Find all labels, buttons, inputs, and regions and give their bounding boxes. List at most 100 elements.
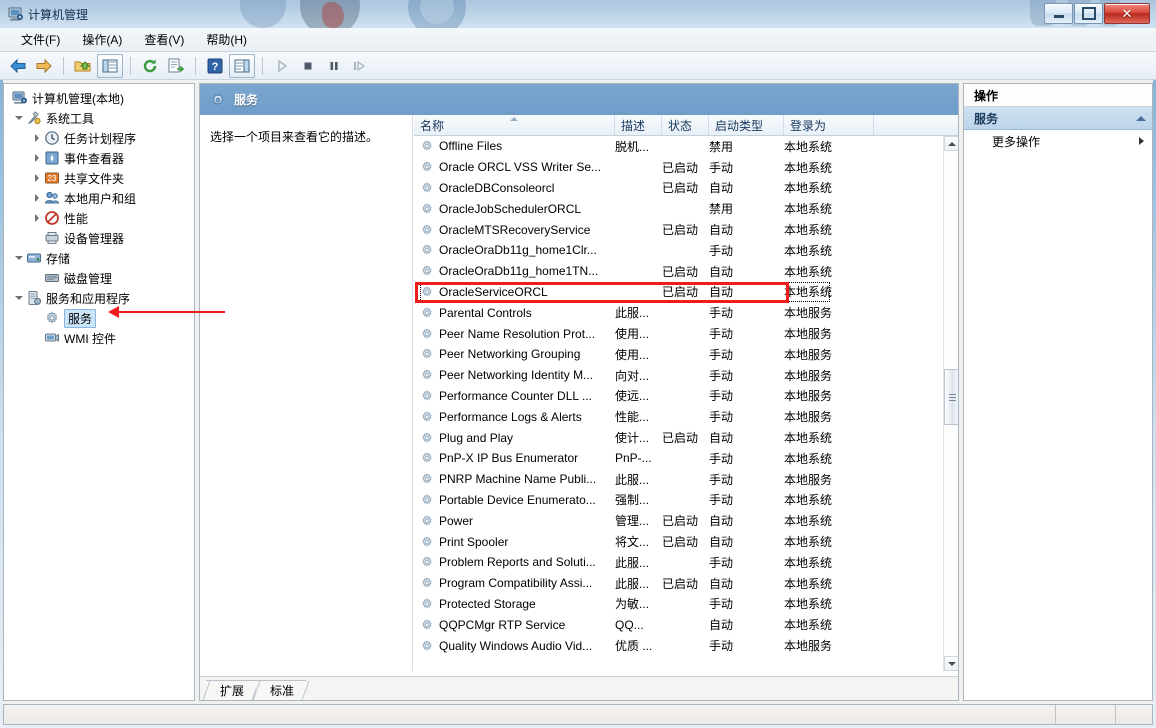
- tree-label: 事件查看器: [64, 151, 125, 166]
- table-row[interactable]: Offline Files 脱机... 禁用 本地系统: [414, 136, 943, 157]
- menu-action[interactable]: 操作(A): [71, 28, 133, 51]
- tree-item-performance[interactable]: 性能: [4, 208, 194, 228]
- table-row[interactable]: Parental Controls 此服... 手动 本地服务: [414, 302, 943, 323]
- table-row[interactable]: Quality Windows Audio Vid... 优质 ... 手动 本地服务: [414, 635, 943, 656]
- table-row[interactable]: Problem Reports and Soluti... 此服... 手动 本地系统: [414, 552, 943, 573]
- column-header-description[interactable]: 描述: [615, 115, 662, 135]
- table-row[interactable]: PNRP Machine Name Publi... 此服... 手动 本地服务: [414, 469, 943, 490]
- twisty-closed-icon[interactable]: [30, 151, 44, 165]
- action-more-actions[interactable]: 更多操作: [964, 130, 1152, 152]
- export-list-icon[interactable]: [164, 55, 188, 77]
- cell-service-name: Plug and Play: [414, 428, 615, 448]
- table-row[interactable]: QQPCMgr RTP Service QQ... 自动 本地系统: [414, 614, 943, 635]
- tab-standard[interactable]: 标准: [256, 680, 307, 700]
- table-row[interactable]: Program Compatibility Assi... 此服... 已启动 自动 本…: [414, 573, 943, 594]
- table-row[interactable]: Performance Counter DLL ... 使远... 手动 本地服务: [414, 386, 943, 407]
- chevron-right-icon: [1139, 137, 1144, 145]
- back-icon[interactable]: [6, 55, 30, 77]
- service-gear-icon: [420, 576, 434, 590]
- tree-item-storage[interactable]: 存储: [4, 248, 194, 268]
- close-button[interactable]: ✕: [1104, 3, 1150, 24]
- twisty-closed-icon[interactable]: [30, 131, 44, 145]
- tree-item-device-manager[interactable]: 设备管理器: [4, 228, 194, 248]
- service-gear-icon: [420, 181, 434, 195]
- table-row[interactable]: OracleOraDb11g_home1Clr... 手动 本地系统: [414, 240, 943, 261]
- cell-description: 管理...: [615, 514, 650, 529]
- twisty-open-icon[interactable]: [12, 111, 26, 125]
- cell-service-name: Parental Controls: [414, 303, 615, 323]
- twisty-open-icon[interactable]: [12, 251, 26, 265]
- table-row[interactable]: Performance Logs & Alerts 性能... 手动 本地服务: [414, 406, 943, 427]
- twisty-closed-icon[interactable]: [30, 191, 44, 205]
- tree-item-wmi-control[interactable]: WMI 控件: [4, 328, 194, 348]
- menu-help[interactable]: 帮助(H): [195, 28, 258, 51]
- table-row[interactable]: OracleServiceORCL 已启动 自动 本地系统: [414, 281, 943, 303]
- twisty-closed-icon[interactable]: [30, 171, 44, 185]
- actions-pane-title: 操作: [964, 84, 1152, 107]
- table-row[interactable]: OracleMTSRecoveryService 已启动 自动 本地系统: [414, 219, 943, 240]
- tab-extended[interactable]: 扩展: [206, 680, 257, 700]
- service-gear-icon: [420, 264, 434, 278]
- tree-item-system-tools[interactable]: 系统工具: [4, 108, 194, 128]
- chevron-up-icon[interactable]: [1136, 115, 1146, 121]
- cell-startup-type: 自动: [709, 181, 734, 196]
- cell-description: QQ...: [615, 617, 644, 632]
- table-row[interactable]: Print Spooler 将文... 已启动 自动 本地系统: [414, 531, 943, 552]
- up-folder-icon[interactable]: [71, 55, 95, 77]
- cell-description: 向对...: [615, 368, 650, 383]
- show-action-pane-icon[interactable]: [229, 53, 255, 78]
- twisty-open-icon[interactable]: [12, 291, 26, 305]
- scroll-down-button[interactable]: [944, 656, 958, 671]
- services-rows-container[interactable]: Offline Files 脱机... 禁用 本地系统 Oracle ORCL VSS …: [414, 136, 943, 671]
- table-row[interactable]: Power 管理... 已启动 自动 本地系统: [414, 510, 943, 531]
- cell-status: 已启动: [662, 223, 699, 238]
- table-row[interactable]: Protected Storage 为敏... 手动 本地系统: [414, 594, 943, 615]
- restore-button[interactable]: [1074, 3, 1103, 24]
- menu-view[interactable]: 查看(V): [133, 28, 195, 51]
- service-name-text: Portable Device Enumerato...: [439, 492, 596, 507]
- menu-file[interactable]: 文件(F): [10, 28, 71, 51]
- stop-service-icon: [296, 55, 320, 77]
- status-segment-3: [1116, 705, 1150, 724]
- tree-item-local-users-groups[interactable]: 本地用户和组: [4, 188, 194, 208]
- cell-startup-type: 手动: [709, 493, 734, 508]
- computer-icon: [12, 90, 28, 106]
- cell-startup-type: 手动: [709, 555, 734, 570]
- actions-group-services[interactable]: 服务: [964, 107, 1152, 130]
- table-row[interactable]: Plug and Play 使计... 已启动 自动 本地系统: [414, 427, 943, 448]
- service-gear-icon: [420, 243, 434, 257]
- cell-status: 已启动: [662, 285, 699, 300]
- refresh-icon[interactable]: [138, 55, 162, 77]
- tree-item-task-scheduler[interactable]: 任务计划程序: [4, 128, 194, 148]
- table-row[interactable]: Portable Device Enumerato... 强制... 手动 本地系统: [414, 490, 943, 511]
- forward-icon[interactable]: [32, 55, 56, 77]
- table-row[interactable]: Peer Name Resolution Prot... 使用... 手动 本地服务: [414, 323, 943, 344]
- table-row[interactable]: Peer Networking Identity M... 向对... 手动 本地服务: [414, 365, 943, 386]
- column-header-startup-type[interactable]: 启动类型: [709, 115, 784, 135]
- tree-item-disk-management[interactable]: 磁盘管理: [4, 268, 194, 288]
- table-row[interactable]: Oracle ORCL VSS Writer Se... 已启动 手动 本地系统: [414, 157, 943, 178]
- storage-icon: [26, 250, 42, 266]
- tree-item-services-and-applications[interactable]: 服务和应用程序: [4, 288, 194, 308]
- tree-root-computer-management[interactable]: 计算机管理(本地): [4, 88, 194, 108]
- tree-item-event-viewer[interactable]: 事件查看器: [4, 148, 194, 168]
- table-row[interactable]: Peer Networking Grouping 使用... 手动 本地服务: [414, 344, 943, 365]
- scrollbar-thumb[interactable]: [944, 369, 958, 425]
- tree-label: 系统工具: [46, 111, 95, 126]
- service-gear-icon: [420, 223, 434, 237]
- scroll-up-button[interactable]: [944, 136, 958, 151]
- twisty-closed-icon[interactable]: [30, 211, 44, 225]
- show-tree-pane-icon[interactable]: [97, 53, 123, 78]
- table-row[interactable]: OracleJobSchedulerORCL 禁用 本地系统: [414, 198, 943, 219]
- tree-item-shared-folders[interactable]: 23 共享文件夹: [4, 168, 194, 188]
- column-header-status[interactable]: 状态: [662, 115, 709, 135]
- column-header-log-on-as[interactable]: 登录为: [784, 115, 874, 135]
- help-icon[interactable]: ?: [203, 55, 227, 77]
- table-row[interactable]: PnP-X IP Bus Enumerator PnP-... 手动 本地系统: [414, 448, 943, 469]
- table-row[interactable]: OracleDBConsoleorcl 已启动 自动 本地系统: [414, 178, 943, 199]
- service-name-text: OracleDBConsoleorcl: [439, 180, 555, 195]
- table-row[interactable]: OracleOraDb11g_home1TN... 已启动 自动 本地系统: [414, 261, 943, 282]
- minimize-button[interactable]: [1044, 3, 1073, 24]
- column-header-name[interactable]: 名称: [414, 115, 615, 135]
- list-vertical-scrollbar[interactable]: [943, 136, 958, 671]
